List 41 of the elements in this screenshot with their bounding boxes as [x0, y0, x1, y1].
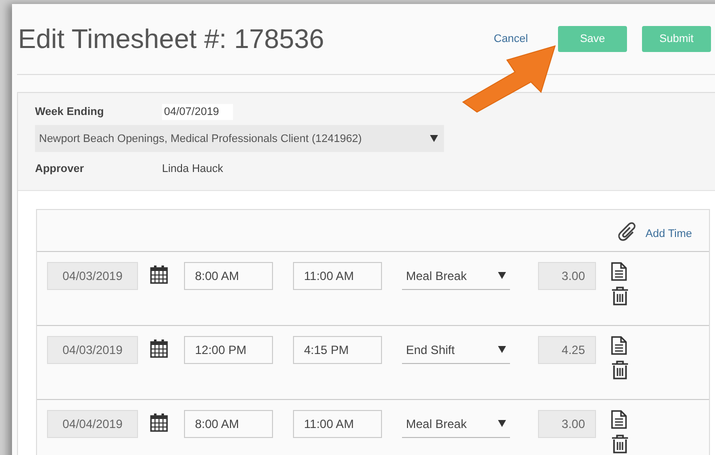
- week-ending-value: 04/07/2019: [162, 104, 234, 120]
- entry-type-select[interactable]: End Shift: [402, 336, 510, 364]
- calendar-icon[interactable]: [150, 339, 168, 358]
- entry-type-value: Meal Break: [406, 416, 467, 430]
- page-title: Edit Timesheet #: 178536: [17, 24, 326, 54]
- hours-field: 3.00: [538, 410, 596, 438]
- paperclip-icon: [618, 220, 638, 242]
- end-time-field[interactable]: 11:00 AM: [293, 410, 382, 438]
- dropdown-arrow-icon: [430, 135, 438, 142]
- hours-field: 3.00: [538, 262, 596, 290]
- entry-type-value: Meal Break: [406, 268, 467, 282]
- field-label: Approver: [35, 163, 85, 175]
- document-icon[interactable]: [611, 262, 627, 281]
- start-time-field[interactable]: 12:00 PM: [184, 336, 273, 364]
- assignment-value: Newport Beach Openings, Medical Professionals Client (1241962): [39, 132, 362, 144]
- add-time-link[interactable]: Add Time: [646, 228, 692, 240]
- calendar-icon[interactable]: [150, 265, 168, 284]
- entry-type-select[interactable]: Meal Break: [402, 410, 510, 438]
- document-icon[interactable]: [611, 410, 627, 429]
- date-field[interactable]: 04/03/2019: [47, 262, 138, 290]
- calendar-icon[interactable]: [150, 413, 168, 432]
- end-time-field[interactable]: 11:00 AM: [293, 262, 382, 290]
- start-time-field[interactable]: 8:00 AM: [184, 262, 273, 290]
- trash-icon[interactable]: [611, 286, 629, 306]
- hours-field: 4.25: [538, 336, 596, 364]
- date-field[interactable]: 04/04/2019: [47, 410, 138, 438]
- document-icon[interactable]: [611, 336, 627, 355]
- start-time-field[interactable]: 8:00 AM: [184, 410, 273, 438]
- approver-value: Linda Hauck: [162, 163, 224, 175]
- dropdown-arrow-icon: [498, 344, 506, 354]
- assignment-select[interactable]: Newport Beach Openings, Medical Professionals Client (1241962): [35, 125, 444, 152]
- end-time-field[interactable]: 4:15 PM: [293, 336, 382, 364]
- entry-type-select[interactable]: Meal Break: [402, 262, 510, 290]
- cancel-link[interactable]: Cancel: [494, 33, 528, 45]
- field-label: Week Ending: [35, 106, 105, 118]
- entry-type-value: End Shift: [406, 342, 455, 356]
- trash-icon[interactable]: [611, 434, 629, 454]
- trash-icon[interactable]: [611, 360, 629, 380]
- dropdown-arrow-icon: [498, 270, 506, 280]
- date-field[interactable]: 04/03/2019: [47, 336, 138, 364]
- dropdown-arrow-icon: [498, 418, 506, 428]
